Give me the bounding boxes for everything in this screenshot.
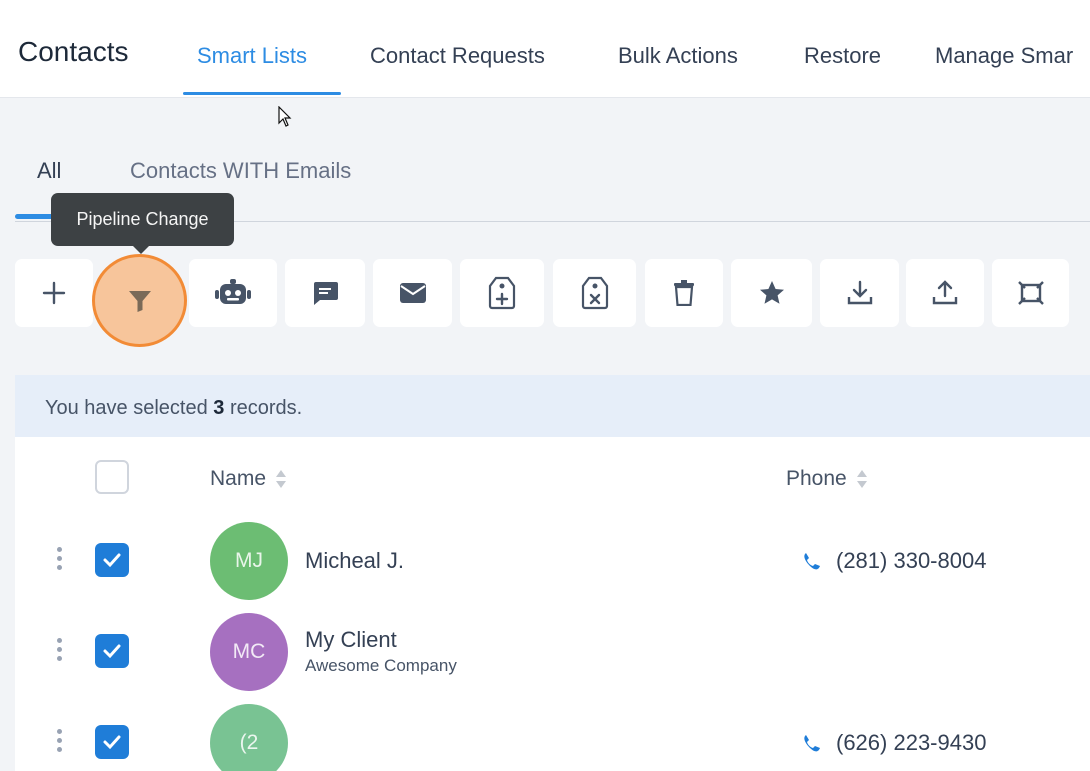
phone-cell[interactable]: (281) 330-8004: [798, 548, 986, 574]
remove-tag-button[interactable]: [553, 259, 636, 327]
sort-icon: [276, 470, 287, 488]
contact-name[interactable]: Micheal J.: [305, 548, 404, 574]
tab-smart-lists[interactable]: Smart Lists: [197, 43, 307, 69]
pipeline-change-button[interactable]: [92, 254, 187, 347]
contact-company: Awesome Company: [305, 656, 457, 675]
star-icon: [759, 281, 784, 304]
phone-number: (281) 330-8004: [836, 548, 987, 573]
column-header-name[interactable]: Name: [210, 467, 288, 491]
filter-icon: [128, 290, 151, 312]
message-icon: [314, 282, 338, 305]
tab-bulk-actions[interactable]: Bulk Actions: [618, 43, 738, 69]
phone-icon: [804, 735, 820, 752]
top-nav-bar: Contacts Smart Lists Contact Requests Bu…: [0, 0, 1090, 98]
avatar: MJ: [210, 522, 288, 600]
column-header-phone[interactable]: Phone: [786, 467, 869, 491]
avatar: (2: [210, 704, 288, 771]
column-header-phone-label: Phone: [786, 467, 847, 490]
tooltip-arrow: [132, 245, 150, 254]
selection-prefix: You have selected: [45, 397, 208, 419]
contact-name[interactable]: My Client: [305, 627, 397, 653]
tag-remove-icon: [581, 276, 608, 310]
email-icon: [399, 283, 426, 303]
selection-count: 3: [213, 397, 225, 419]
trash-icon: [674, 280, 694, 306]
tag-add-icon: [488, 276, 516, 310]
merge-button[interactable]: [992, 259, 1069, 327]
row-checkbox[interactable]: [95, 725, 129, 759]
row-checkbox[interactable]: [95, 543, 129, 577]
column-header-name-label: Name: [210, 467, 267, 490]
check-icon: [103, 735, 121, 750]
row-checkbox[interactable]: [95, 634, 129, 668]
check-icon: [103, 644, 121, 659]
select-all-checkbox[interactable]: [95, 460, 129, 494]
row-drag-handle[interactable]: [57, 729, 63, 752]
download-icon: [847, 280, 872, 305]
row-drag-handle[interactable]: [57, 547, 63, 570]
active-tab-indicator: [183, 92, 341, 95]
check-icon: [103, 553, 121, 568]
tab-restore[interactable]: Restore: [804, 43, 881, 69]
import-button[interactable]: [906, 259, 984, 327]
contacts-table: Name Phone MJ Micheal J. (281) 330-8004 …: [15, 437, 1090, 771]
delete-button[interactable]: [645, 259, 723, 327]
upload-icon: [932, 280, 958, 305]
send-sms-button[interactable]: [285, 259, 365, 327]
selection-banner: You have selected 3 records.: [15, 375, 1090, 437]
sort-icon: [856, 470, 867, 488]
tab-manage-smart-lists[interactable]: Manage Smar: [935, 43, 1073, 69]
subtab-all[interactable]: All: [37, 158, 61, 184]
tab-contact-requests[interactable]: Contact Requests: [370, 43, 545, 69]
phone-number: (626) 223-9430: [836, 730, 987, 755]
add-review-request-button[interactable]: [731, 259, 812, 327]
subtab-contacts-with-emails[interactable]: Contacts WITH Emails: [130, 158, 351, 184]
tooltip: Pipeline Change: [51, 193, 234, 246]
row-drag-handle[interactable]: [57, 638, 63, 661]
add-to-workflow-button[interactable]: [189, 259, 277, 327]
page-title: Contacts: [18, 36, 129, 67]
add-tag-button[interactable]: [460, 259, 544, 327]
phone-cell[interactable]: (626) 223-9430: [798, 730, 986, 756]
mouse-cursor-icon: [278, 106, 292, 127]
robot-icon: [215, 279, 251, 304]
phone-icon: [804, 553, 820, 570]
plus-icon: [42, 281, 66, 305]
export-button[interactable]: [820, 259, 899, 327]
add-button[interactable]: [15, 259, 93, 327]
avatar: MC: [210, 613, 288, 691]
selection-suffix: records.: [229, 397, 303, 419]
merge-icon: [1017, 281, 1044, 305]
send-email-button[interactable]: [373, 259, 452, 327]
selection-text: You have selected 3 records.: [45, 397, 302, 420]
